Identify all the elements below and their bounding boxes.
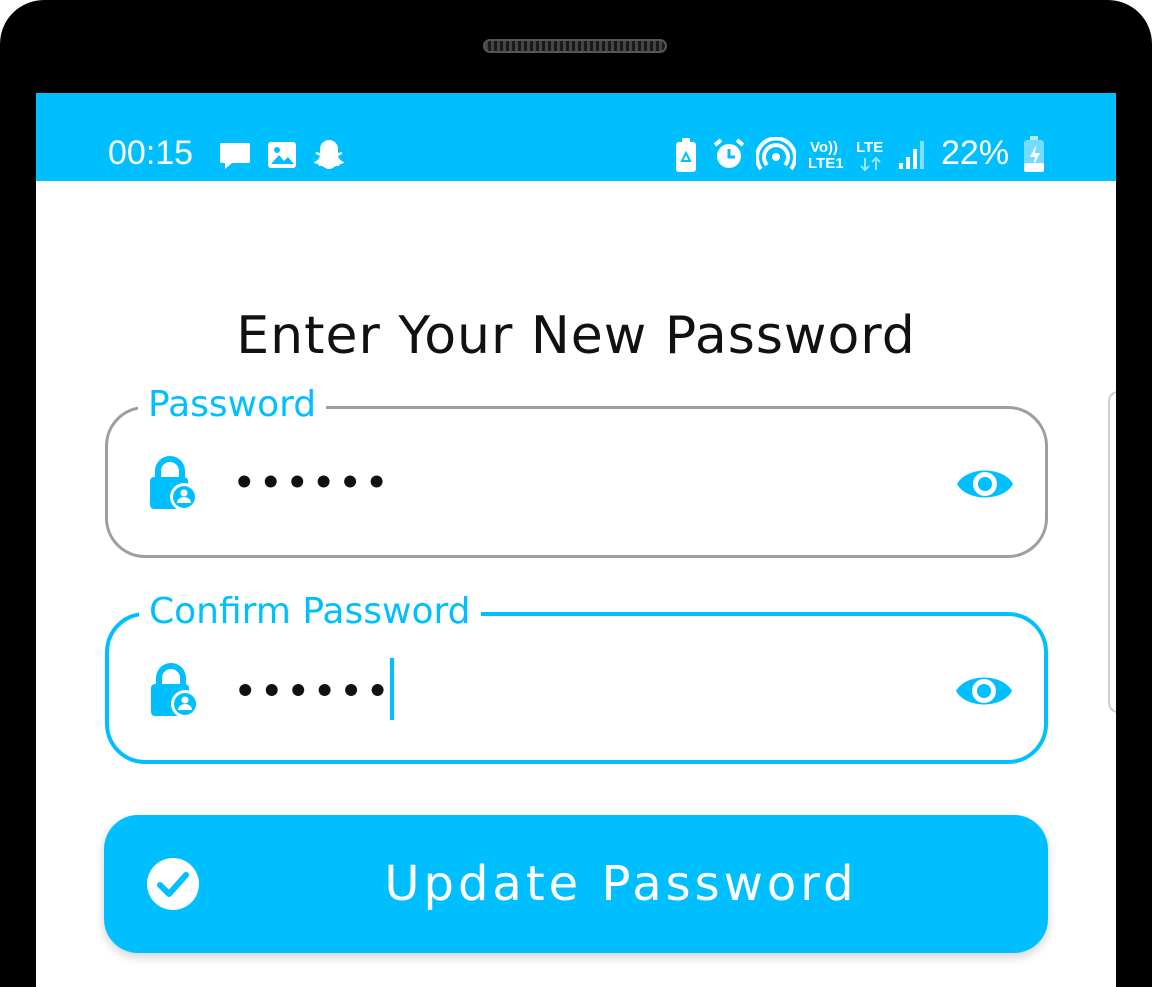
lte-label: LTE [856, 139, 884, 156]
battery-charging-icon [1024, 136, 1044, 172]
battery-percent: 22% [941, 134, 1010, 172]
status-time: 00:15 [108, 134, 194, 172]
lock-user-icon [151, 663, 199, 718]
confirm-password-field[interactable]: Confirm Password •••••• [105, 588, 1048, 764]
side-edge-panel-handle[interactable] [1108, 391, 1116, 713]
confirm-password-field-label: Confirm Password [139, 588, 481, 636]
battery-saver-icon [676, 138, 696, 172]
eye-icon[interactable] [955, 462, 1015, 506]
signal-icon [899, 141, 924, 169]
status-bar: 00:15 Vo)) LTE1 LTE 22% [36, 93, 1116, 181]
text-caret [389, 658, 394, 720]
alarm-icon [713, 138, 745, 168]
password-input[interactable]: •••••• [234, 455, 393, 511]
snapchat-icon [314, 140, 344, 169]
update-password-label: Update Password [384, 856, 858, 912]
password-field[interactable]: Password •••••• [105, 381, 1048, 558]
message-icon [220, 143, 250, 169]
eye-icon[interactable] [954, 669, 1014, 713]
hotspot-icon [756, 137, 796, 171]
speaker-grille [483, 39, 667, 53]
confirm-password-value: •••••• [235, 671, 394, 712]
page-title: Enter Your New Password [236, 305, 916, 366]
confirm-password-input[interactable]: •••••• [235, 658, 394, 724]
update-password-button[interactable]: Update Password [104, 815, 1048, 953]
app-screen: 00:15 Vo)) LTE1 LTE 22% Enter Your New P… [36, 93, 1116, 987]
lte1-label: LTE1 [808, 155, 844, 172]
image-icon [268, 142, 296, 168]
lock-user-icon [150, 456, 198, 511]
phone-frame: 00:15 Vo)) LTE1 LTE 22% Enter Your New P… [0, 0, 1152, 987]
password-field-label: Password [138, 381, 327, 429]
lte-arrows-icon [860, 156, 881, 172]
volte-label: Vo)) [810, 139, 839, 156]
